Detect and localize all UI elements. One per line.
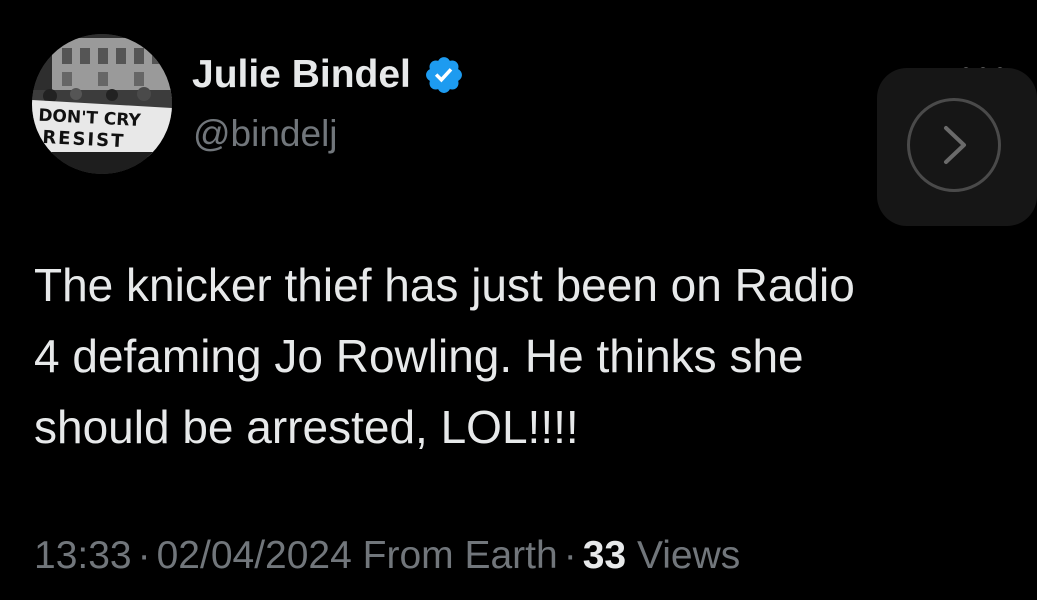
- meta-separator: ·: [137, 534, 151, 577]
- tweet-line: should be arrested, LOL!!!!: [34, 401, 579, 453]
- display-name[interactable]: Julie Bindel: [192, 52, 411, 98]
- tweet-date[interactable]: 02/04/2024: [157, 534, 352, 577]
- views-count[interactable]: 33: [583, 534, 626, 577]
- avatar-sign-line-2: RESIST: [42, 127, 126, 152]
- share-button[interactable]: [877, 68, 1037, 226]
- tweet-line: 4 defaming Jo Rowling. He thinks she: [34, 330, 804, 382]
- author-name-row[interactable]: Julie Bindel: [192, 52, 465, 98]
- tweet-time[interactable]: 13:33: [34, 534, 132, 577]
- author-handle[interactable]: @bindelj: [193, 112, 338, 156]
- avatar[interactable]: DON'T CRY RESIST: [32, 34, 172, 174]
- chevron-right-icon: [944, 126, 966, 164]
- tweet-text: The knicker thief has just been on Radio…: [34, 250, 994, 463]
- verified-badge-icon[interactable]: [423, 54, 465, 96]
- avatar-photo: DON'T CRY RESIST: [32, 34, 172, 174]
- views-label[interactable]: Views: [637, 534, 740, 577]
- tweet-line: The knicker thief has just been on Radio: [34, 259, 855, 311]
- tweet-source: From Earth: [362, 534, 558, 577]
- share-circle: [907, 98, 1001, 192]
- meta-separator: ·: [563, 534, 577, 577]
- tweet-meta: 13:33 · 02/04/2024 From Earth · 33 Views: [34, 532, 740, 580]
